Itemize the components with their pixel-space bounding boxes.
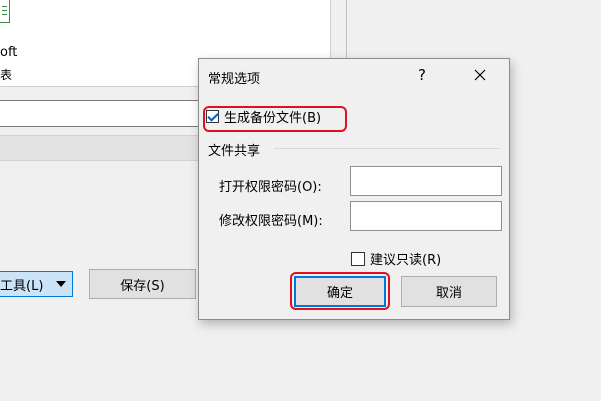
background-file-type: 表 [0, 68, 13, 82]
close-icon [474, 69, 486, 81]
highlight-annotation-backup [203, 106, 347, 132]
background-file-label: oft [0, 45, 18, 60]
tools-dropdown-button[interactable]: 工具(L) [0, 271, 73, 297]
dialog-title: 常规选项 [208, 72, 261, 87]
highlight-annotation-ok [290, 272, 390, 310]
general-options-dialog: 常规选项 ? 生成备份文件(B) 文件共享 打开权限密码(O): 修改权限密码(… [198, 58, 510, 320]
readonly-checkbox-label: 建议只读(R) [370, 253, 442, 268]
tools-label: 工具(L) [0, 278, 44, 294]
readonly-checkbox-row[interactable]: 建议只读(R) [351, 249, 441, 268]
file-sharing-group-label: 文件共享 [208, 144, 261, 159]
modify-password-label: 修改权限密码(M): [219, 214, 323, 229]
readonly-checkbox[interactable] [351, 251, 365, 266]
open-password-input[interactable] [350, 166, 502, 196]
modify-password-input[interactable] [350, 201, 502, 231]
dropdown-arrow-icon [56, 281, 66, 287]
group-divider [274, 148, 500, 149]
close-button[interactable] [466, 63, 494, 87]
open-password-label: 打开权限密码(O): [219, 180, 322, 195]
save-button[interactable]: 保存(S) [89, 269, 196, 299]
spreadsheet-file-icon [0, 0, 10, 23]
cancel-button[interactable]: 取消 [401, 276, 497, 307]
help-button[interactable]: ? [418, 66, 426, 84]
